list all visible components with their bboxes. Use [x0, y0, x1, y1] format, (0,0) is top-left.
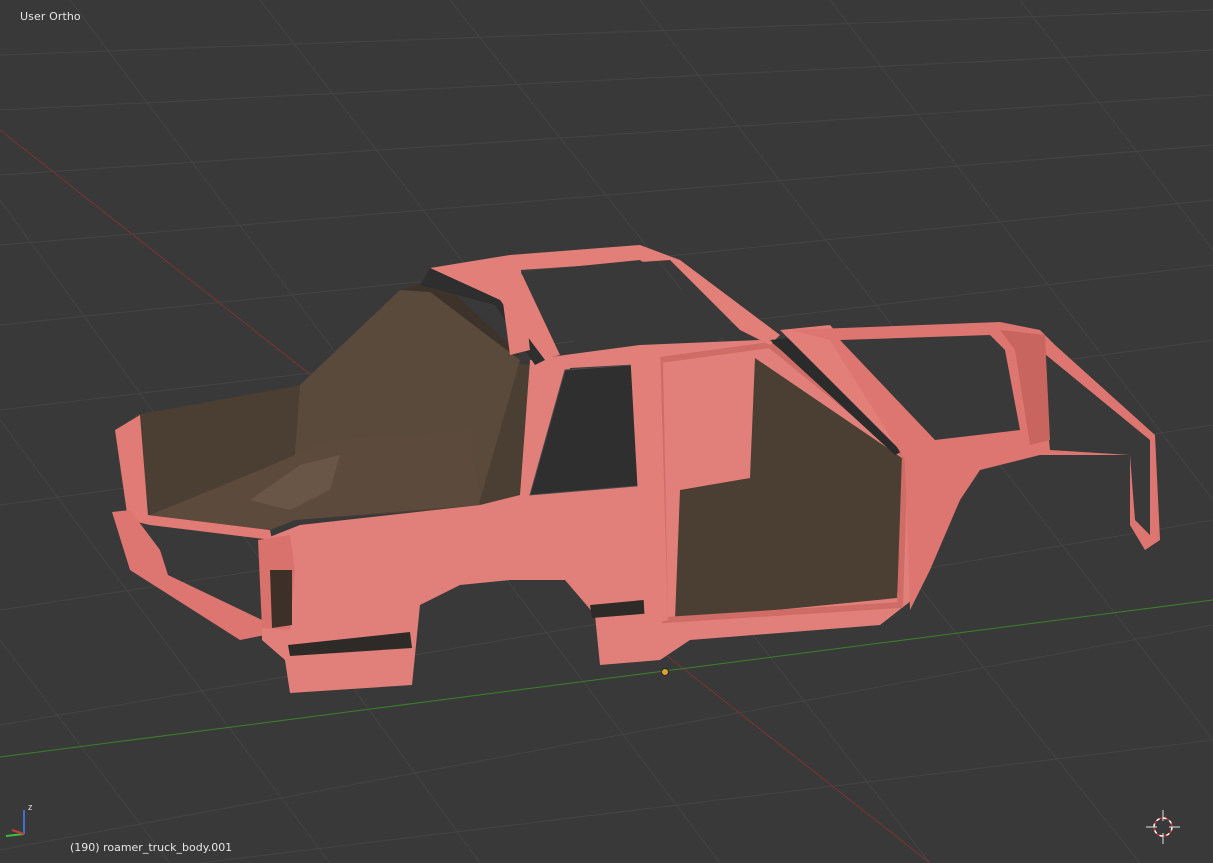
- object-origin[interactable]: [661, 668, 669, 676]
- 3d-cursor-icon[interactable]: [1144, 808, 1182, 846]
- axis-z-label: z: [28, 802, 33, 812]
- active-object-label: (190) roamer_truck_body.001: [70, 841, 233, 854]
- view-mode-label: User Ortho: [20, 10, 81, 23]
- axis-y-icon: [5, 833, 25, 837]
- axis-x-icon: [11, 829, 25, 835]
- viewport-scene[interactable]: [0, 0, 1213, 863]
- axis-gizmo: z: [5, 802, 33, 837]
- 3d-viewport[interactable]: User Ortho z (190) roamer_truck_body.001: [0, 0, 1213, 863]
